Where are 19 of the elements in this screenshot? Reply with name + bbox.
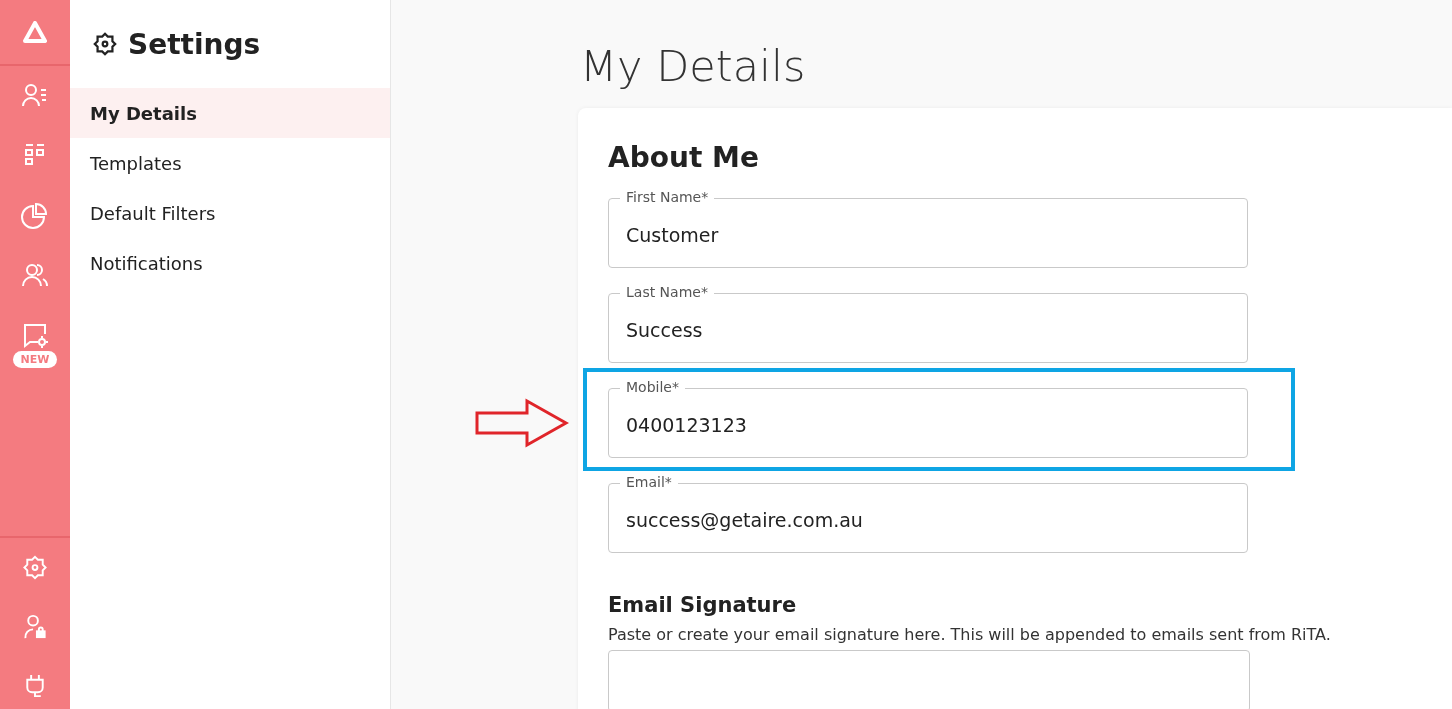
- contact-list-icon[interactable]: [21, 81, 49, 109]
- new-badge: NEW: [12, 351, 58, 368]
- page-title: My Details: [580, 40, 807, 93]
- field-label: Last Name*: [620, 284, 714, 300]
- chat-settings-icon[interactable]: [21, 321, 49, 349]
- field-label: Email*: [620, 474, 678, 490]
- settings-icon: [92, 31, 118, 57]
- field-label: First Name*: [620, 189, 715, 205]
- settings-menu-item[interactable]: My Details: [70, 88, 390, 138]
- section-heading: About Me: [608, 140, 760, 176]
- users-icon[interactable]: [21, 261, 49, 289]
- user-lock-icon[interactable]: [21, 613, 49, 640]
- section-heading: Email Signature: [608, 593, 798, 617]
- panel-title: Settings: [128, 27, 261, 61]
- field-label: Mobile*: [620, 379, 685, 395]
- section-description: Paste or create your email signature here. This will be appended to emails sent from RiTA.: [608, 625, 1332, 644]
- pie-chart-icon[interactable]: [21, 201, 49, 229]
- settings-icon[interactable]: [21, 554, 49, 581]
- logo-icon[interactable]: [23, 21, 47, 43]
